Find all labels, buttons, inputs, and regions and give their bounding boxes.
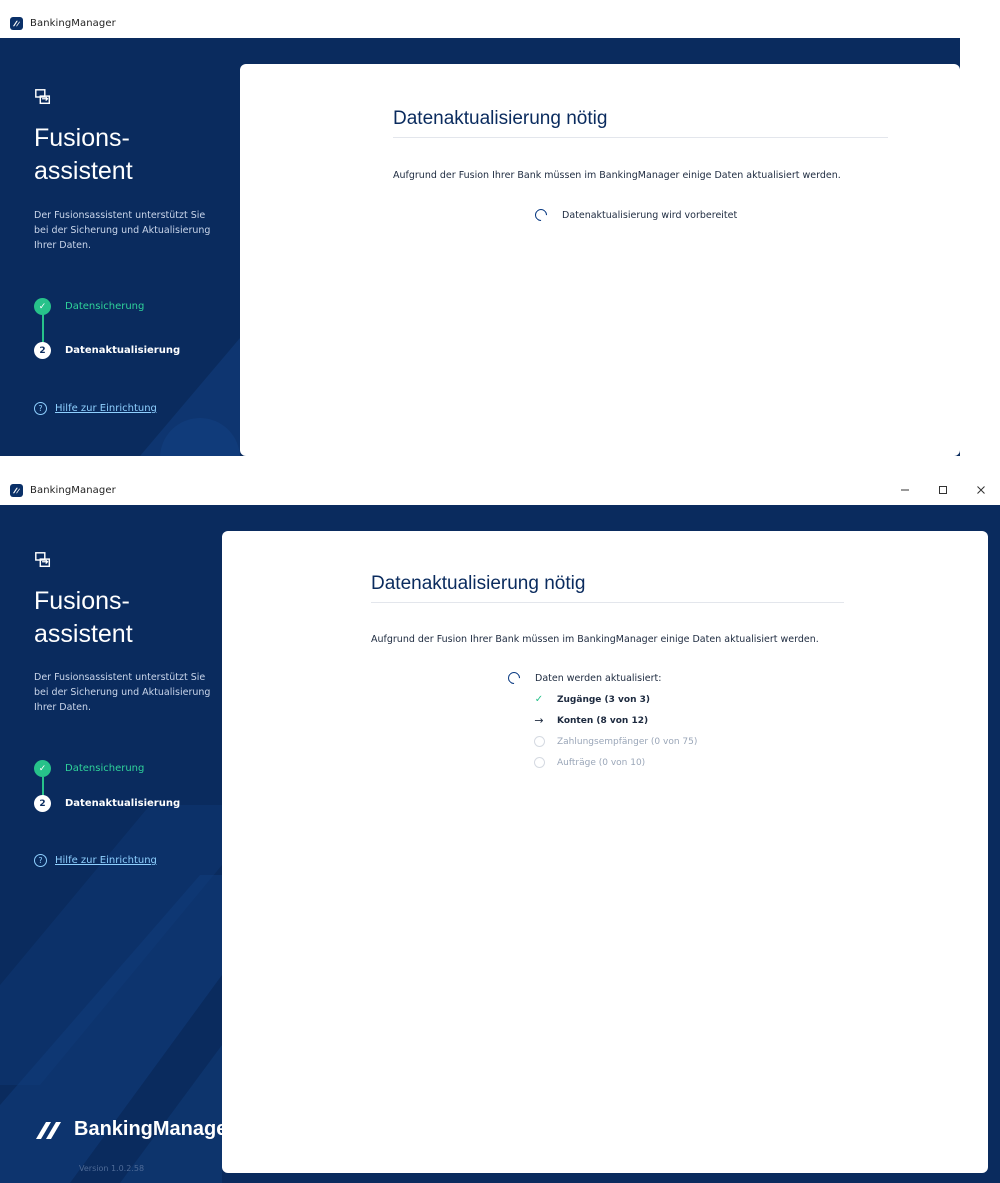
- minimize-button[interactable]: [886, 475, 924, 505]
- help-link-label[interactable]: Hilfe zur Einrichtung: [55, 403, 157, 414]
- page-title: Datenaktualisierung nötig: [371, 573, 586, 594]
- help-link-label[interactable]: Hilfe zur Einrichtung: [55, 855, 157, 866]
- check-icon: ✓: [34, 298, 51, 315]
- content-card: Datenaktualisierung nötig Aufgrund der F…: [222, 531, 988, 1173]
- bankingmanager-logo-icon: [36, 1121, 61, 1139]
- list-item-auftraege: Aufträge (0 von 10): [533, 752, 697, 773]
- title-bar: BankingManager: [0, 8, 960, 38]
- arrow-right-icon: →: [534, 714, 544, 727]
- help-link[interactable]: ? Hilfe zur Einrichtung: [34, 854, 157, 867]
- item-label: Zahlungsempfänger (0 von 75): [557, 736, 698, 747]
- brand-name: BankingManager: [74, 1118, 222, 1140]
- app-logo-icon: [10, 483, 23, 497]
- step-label: Datensicherung: [65, 301, 145, 312]
- version-label: Version 1.0.2.58: [79, 1164, 145, 1173]
- step-label: Datensicherung: [65, 763, 145, 774]
- step-connector: [42, 314, 44, 342]
- sidebar: Fusions- assistent Der Fusionsassistent …: [0, 38, 240, 456]
- help-link[interactable]: ? Hilfe zur Einrichtung: [34, 402, 157, 415]
- step-datenaktualisierung: 2 Datenaktualisierung: [34, 795, 180, 812]
- sidebar-title-line1: Fusions-: [34, 124, 130, 152]
- content-card: Datenaktualisierung nötig Aufgrund der F…: [240, 64, 960, 456]
- check-icon: ✓: [534, 694, 544, 705]
- intro-text: Aufgrund der Fusion Ihrer Bank müssen im…: [393, 170, 841, 181]
- step-label: Datenaktualisierung: [65, 798, 181, 809]
- sidebar-description: Der Fusionsassistent unterstützt Sie bei…: [34, 210, 211, 251]
- step-datenaktualisierung: 2 Datenaktualisierung: [34, 342, 180, 359]
- check-icon: ✓: [34, 760, 51, 777]
- help-icon: ?: [34, 402, 47, 415]
- item-label: Zugänge (3 von 3): [557, 694, 651, 705]
- sidebar-title-line1: Fusions-: [34, 587, 130, 615]
- status-text: Datenaktualisierung wird vorbereitet: [562, 209, 738, 221]
- app-logo-icon: [10, 16, 23, 30]
- window-controls: [886, 475, 1000, 505]
- title-bar: BankingManager: [0, 475, 1000, 505]
- step-label: Datenaktualisierung: [65, 345, 181, 356]
- pending-circle-icon: [533, 757, 545, 768]
- intro-text: Aufgrund der Fusion Ihrer Bank müssen im…: [371, 634, 819, 645]
- step-number: 2: [34, 795, 51, 812]
- list-item-zahlungsempfaenger: Zahlungsempfänger (0 von 75): [533, 731, 697, 752]
- app-window: Fusions- assistent Der Fusionsassistent …: [0, 38, 960, 456]
- close-icon: [977, 486, 985, 494]
- fusion-icon: [35, 89, 51, 105]
- sidebar-title-line2: assistent: [34, 620, 133, 648]
- window-title: BankingManager: [30, 484, 116, 496]
- maximize-button[interactable]: [924, 475, 962, 505]
- fusion-icon: [35, 552, 51, 568]
- window-title: BankingManager: [30, 17, 116, 29]
- sidebar-description: Der Fusionsassistent unterstützt Sie bei…: [34, 672, 211, 713]
- status-text: Daten werden aktualisiert:: [535, 672, 662, 684]
- item-label: Aufträge (0 von 10): [557, 757, 646, 768]
- step-datensicherung: ✓ Datensicherung: [34, 298, 144, 315]
- spinner-icon: [532, 206, 550, 224]
- update-progress-list: ✓ Zugänge (3 von 3) → Konten (8 von 12) …: [533, 689, 697, 773]
- app-window: Fusions- assistent Der Fusionsassistent …: [0, 505, 1000, 1183]
- status-preparing: Datenaktualisierung wird vorbereitet: [532, 206, 738, 224]
- sidebar-title-line2: assistent: [34, 157, 133, 185]
- spinner-icon: [505, 669, 523, 687]
- pending-circle-icon: [533, 736, 545, 747]
- title-divider: [371, 602, 844, 603]
- page-title: Datenaktualisierung nötig: [393, 108, 608, 129]
- step-datensicherung: ✓ Datensicherung: [34, 760, 144, 777]
- list-item-zugaenge: ✓ Zugänge (3 von 3): [533, 689, 697, 710]
- title-divider: [393, 137, 888, 138]
- step-number: 2: [34, 342, 51, 359]
- list-item-konten: → Konten (8 von 12): [533, 710, 697, 731]
- minimize-icon: [901, 489, 909, 491]
- brand-logo: BankingManager: [34, 1118, 222, 1141]
- item-label: Konten (8 von 12): [557, 715, 649, 726]
- maximize-icon: [939, 486, 947, 494]
- help-icon: ?: [34, 854, 47, 867]
- sidebar: Fusions- assistent Der Fusionsassistent …: [0, 505, 222, 1183]
- status-updating: Daten werden aktualisiert:: [505, 669, 662, 687]
- close-button[interactable]: [962, 475, 1000, 505]
